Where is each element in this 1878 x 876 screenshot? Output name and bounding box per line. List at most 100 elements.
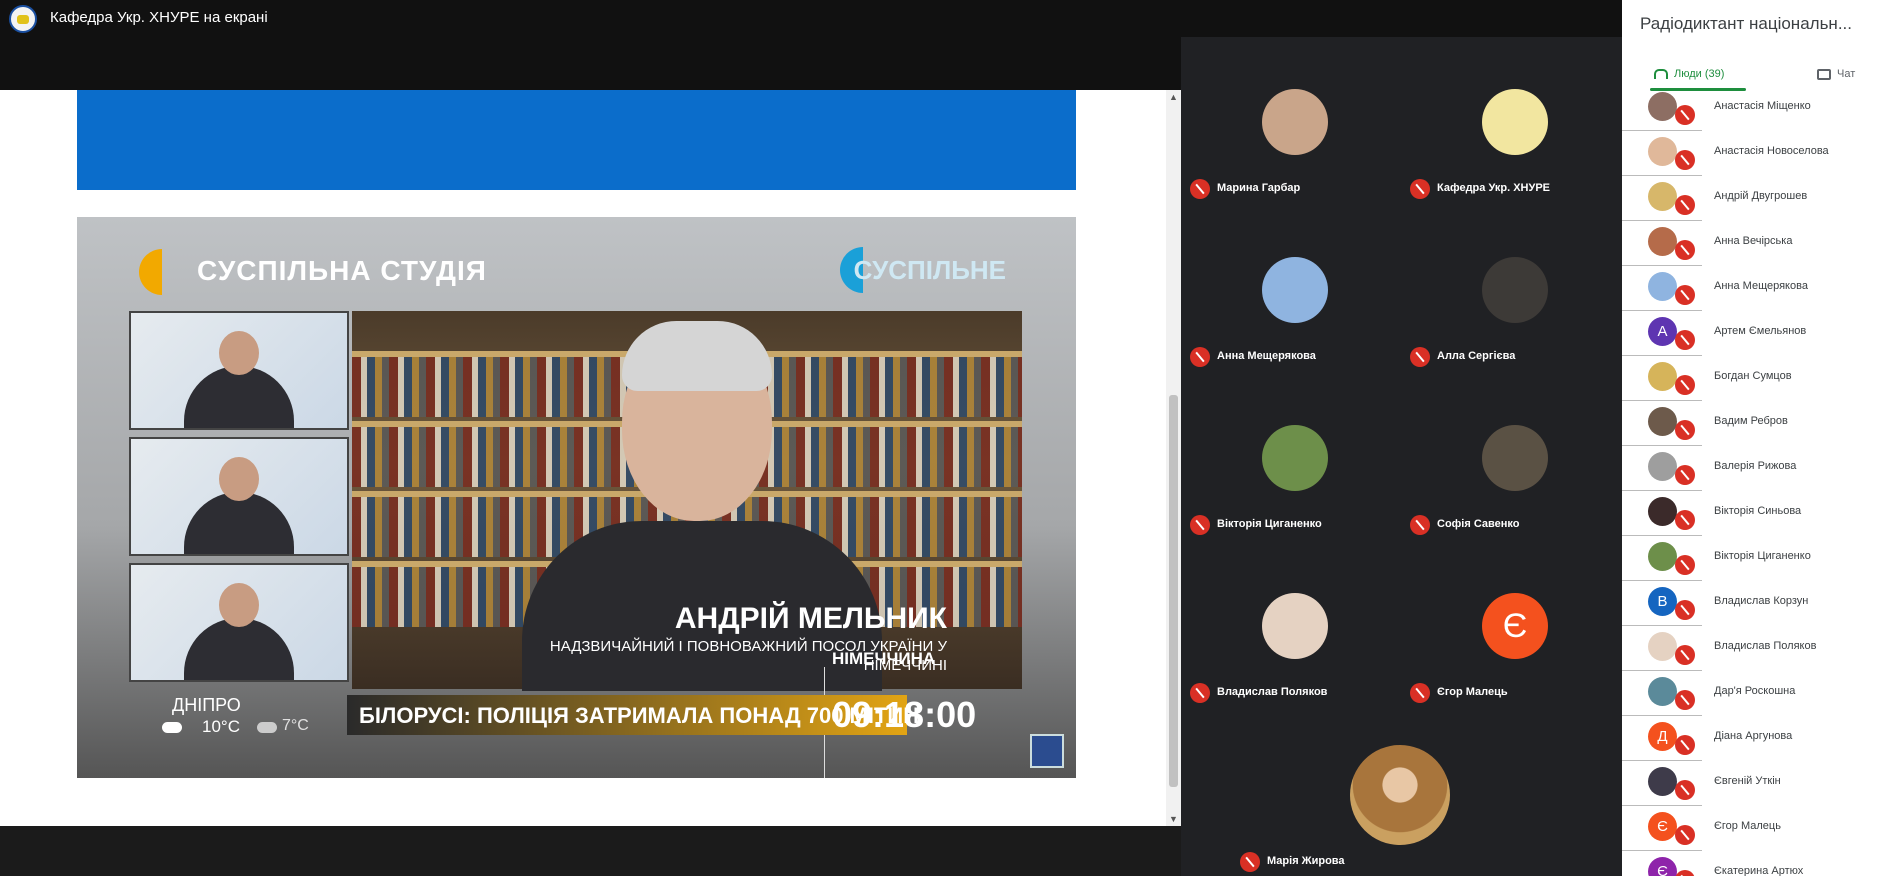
news-ticker: БІЛОРУСІ: ПОЛІЦІЯ ЗАТРИМАЛА ПОНАД 700 МІ… — [347, 695, 919, 735]
participant-tile[interactable]: Софія Савенко — [1405, 373, 1625, 541]
participant-row[interactable]: Дар'я Роскошна — [1622, 675, 1878, 720]
mic-off-icon — [1675, 870, 1695, 876]
chat-icon — [1817, 68, 1831, 80]
participant-name: Єкатерина Артюх — [1714, 865, 1804, 876]
participant-name: Анна Мещерякова — [1714, 280, 1808, 292]
channel-logo-icon — [1030, 734, 1064, 768]
participant-tile[interactable]: Вікторія Циганенко — [1185, 373, 1405, 541]
tab-people[interactable]: Люди (39) — [1654, 60, 1724, 88]
participant-name: Дар'я Роскошна — [1714, 685, 1796, 697]
shared-screen: СУСПІЛЬНА СТУДІЯ СУСПІЛЬНЕ АНДРІЙ МЕЛЬНИ… — [0, 90, 1181, 826]
cloud-icon — [257, 722, 277, 733]
mic-off-icon — [1675, 735, 1695, 755]
speaker-name: АНДРІЙ МЕЛЬНИК — [674, 602, 947, 635]
participant-avatar — [1482, 425, 1548, 491]
participant-tile[interactable]: Алла Сергієва — [1405, 205, 1625, 373]
mic-off-icon — [1190, 515, 1210, 535]
participant-avatar — [1648, 452, 1677, 481]
participant-row[interactable]: Д Діана Аргунова — [1622, 720, 1878, 765]
participant-list: Анастасія Міщенко Анастасія Новоселова Анд… — [1622, 90, 1878, 876]
shared-scrollbar[interactable]: ▲ ▼ — [1166, 90, 1181, 826]
participant-tile[interactable]: Марія Жирова — [1235, 710, 1567, 876]
presentation-title: Кафедра Укр. ХНУРЕ на екрані — [50, 9, 268, 26]
participant-tile[interactable]: Владислав Поляков — [1185, 541, 1405, 709]
participant-avatar: Д — [1648, 722, 1677, 751]
mic-off-icon — [1675, 465, 1695, 485]
participant-row[interactable]: Є Єгор Малець — [1622, 810, 1878, 855]
participant-row[interactable]: Є Єкатерина Артюх — [1622, 855, 1878, 876]
meeting-title: Радіодиктант національн... — [1640, 14, 1852, 33]
mic-off-icon — [1675, 105, 1695, 125]
participant-name: Владислав Корзун — [1714, 595, 1809, 607]
participant-row[interactable]: Вадим Ребров — [1622, 405, 1878, 450]
participant-row[interactable]: Анастасія Міщенко — [1622, 90, 1878, 135]
participant-name: Єгор Малець — [1437, 686, 1508, 698]
participant-name: Кафедра Укр. ХНУРЕ — [1437, 182, 1550, 194]
participant-avatar: А — [1648, 317, 1677, 346]
mic-off-icon — [1675, 375, 1695, 395]
scroll-thumb[interactable] — [1169, 395, 1178, 787]
participant-tile[interactable]: Марина Гарбар — [1185, 37, 1405, 205]
participant-row[interactable]: Валерія Рижова — [1622, 450, 1878, 495]
participant-row[interactable]: Владислав Поляков — [1622, 630, 1878, 675]
participant-avatar — [1648, 632, 1677, 661]
participant-row[interactable]: Євгеній Уткін — [1622, 765, 1878, 810]
weather-temp-night: 7°C — [282, 717, 309, 734]
participant-name: Алла Сергієва — [1437, 350, 1516, 362]
brand-right: СУСПІЛЬНЕ — [853, 255, 1006, 285]
participant-avatar — [1648, 92, 1677, 121]
broadcast-video: СУСПІЛЬНА СТУДІЯ СУСПІЛЬНЕ АНДРІЙ МЕЛЬНИ… — [77, 217, 1076, 778]
cloud-icon — [162, 722, 182, 733]
participant-avatar — [1262, 593, 1328, 659]
participant-avatar — [1262, 257, 1328, 323]
participant-row[interactable]: А Артем Ємельянов — [1622, 315, 1878, 360]
participant-row[interactable]: Анна Мещерякова — [1622, 270, 1878, 315]
participant-name: Богдан Сумцов — [1714, 370, 1792, 382]
scroll-down-arrow-icon[interactable]: ▼ — [1169, 814, 1178, 824]
participant-name: Владислав Поляков — [1217, 686, 1328, 698]
participant-name: Марина Гарбар — [1217, 182, 1301, 194]
participant-name: Марія Жирова — [1267, 855, 1345, 867]
broadcast-clock: 09:18:00 — [832, 694, 977, 735]
scroll-up-arrow-icon[interactable]: ▲ — [1169, 92, 1178, 102]
participant-name: Вікторія Синьова — [1714, 505, 1802, 517]
side-panel: Радіодиктант національн... Люди (39) Чат… — [1622, 0, 1878, 876]
weather-city: ДНІПРО — [172, 695, 241, 715]
country-label: НІМЕЧЧИНА — [832, 649, 936, 668]
tab-chat[interactable]: Чат — [1817, 60, 1855, 88]
mic-off-icon — [1410, 347, 1430, 367]
participant-avatar — [1648, 497, 1677, 526]
participant-avatar — [1648, 362, 1677, 391]
participant-name: Вадим Ребров — [1714, 415, 1788, 427]
brand-logo-icon — [139, 249, 162, 295]
mic-off-icon — [1410, 179, 1430, 199]
mic-off-icon — [1675, 555, 1695, 575]
participant-row[interactable]: В Владислав Корзун — [1622, 585, 1878, 630]
studio-camera-1 — [129, 311, 349, 430]
participant-row[interactable]: Анна Вечірська — [1622, 225, 1878, 270]
mic-off-icon — [1675, 780, 1695, 800]
brand-left: СУСПІЛЬНА СТУДІЯ — [197, 255, 487, 286]
mic-off-icon — [1410, 515, 1430, 535]
mic-off-icon — [1675, 690, 1695, 710]
people-icon — [1654, 69, 1668, 79]
participant-tile[interactable]: Є Єгор Малець — [1405, 541, 1625, 709]
participant-name: Софія Савенко — [1437, 518, 1520, 530]
mic-off-icon — [1675, 195, 1695, 215]
mic-off-icon — [1675, 150, 1695, 170]
participant-row[interactable]: Вікторія Синьова — [1622, 495, 1878, 540]
participant-avatar — [1648, 407, 1677, 436]
mic-off-icon — [1675, 645, 1695, 665]
participant-name: Євгеній Уткін — [1714, 775, 1781, 787]
participant-row[interactable]: Анастасія Новоселова — [1622, 135, 1878, 180]
participant-tile[interactable]: Анна Мещерякова — [1185, 205, 1405, 373]
mic-off-icon — [1675, 330, 1695, 350]
participant-row[interactable]: Вікторія Циганенко — [1622, 540, 1878, 585]
participant-name: Валерія Рижова — [1714, 460, 1797, 472]
participant-row[interactable]: Андрій Двугрошев — [1622, 180, 1878, 225]
participant-avatar — [1648, 227, 1677, 256]
participant-row[interactable]: Богдан Сумцов — [1622, 360, 1878, 405]
presenter-avatar-icon — [9, 5, 37, 33]
studio-camera-2 — [129, 437, 349, 556]
participant-tile[interactable]: Кафедра Укр. ХНУРЕ — [1405, 37, 1625, 205]
